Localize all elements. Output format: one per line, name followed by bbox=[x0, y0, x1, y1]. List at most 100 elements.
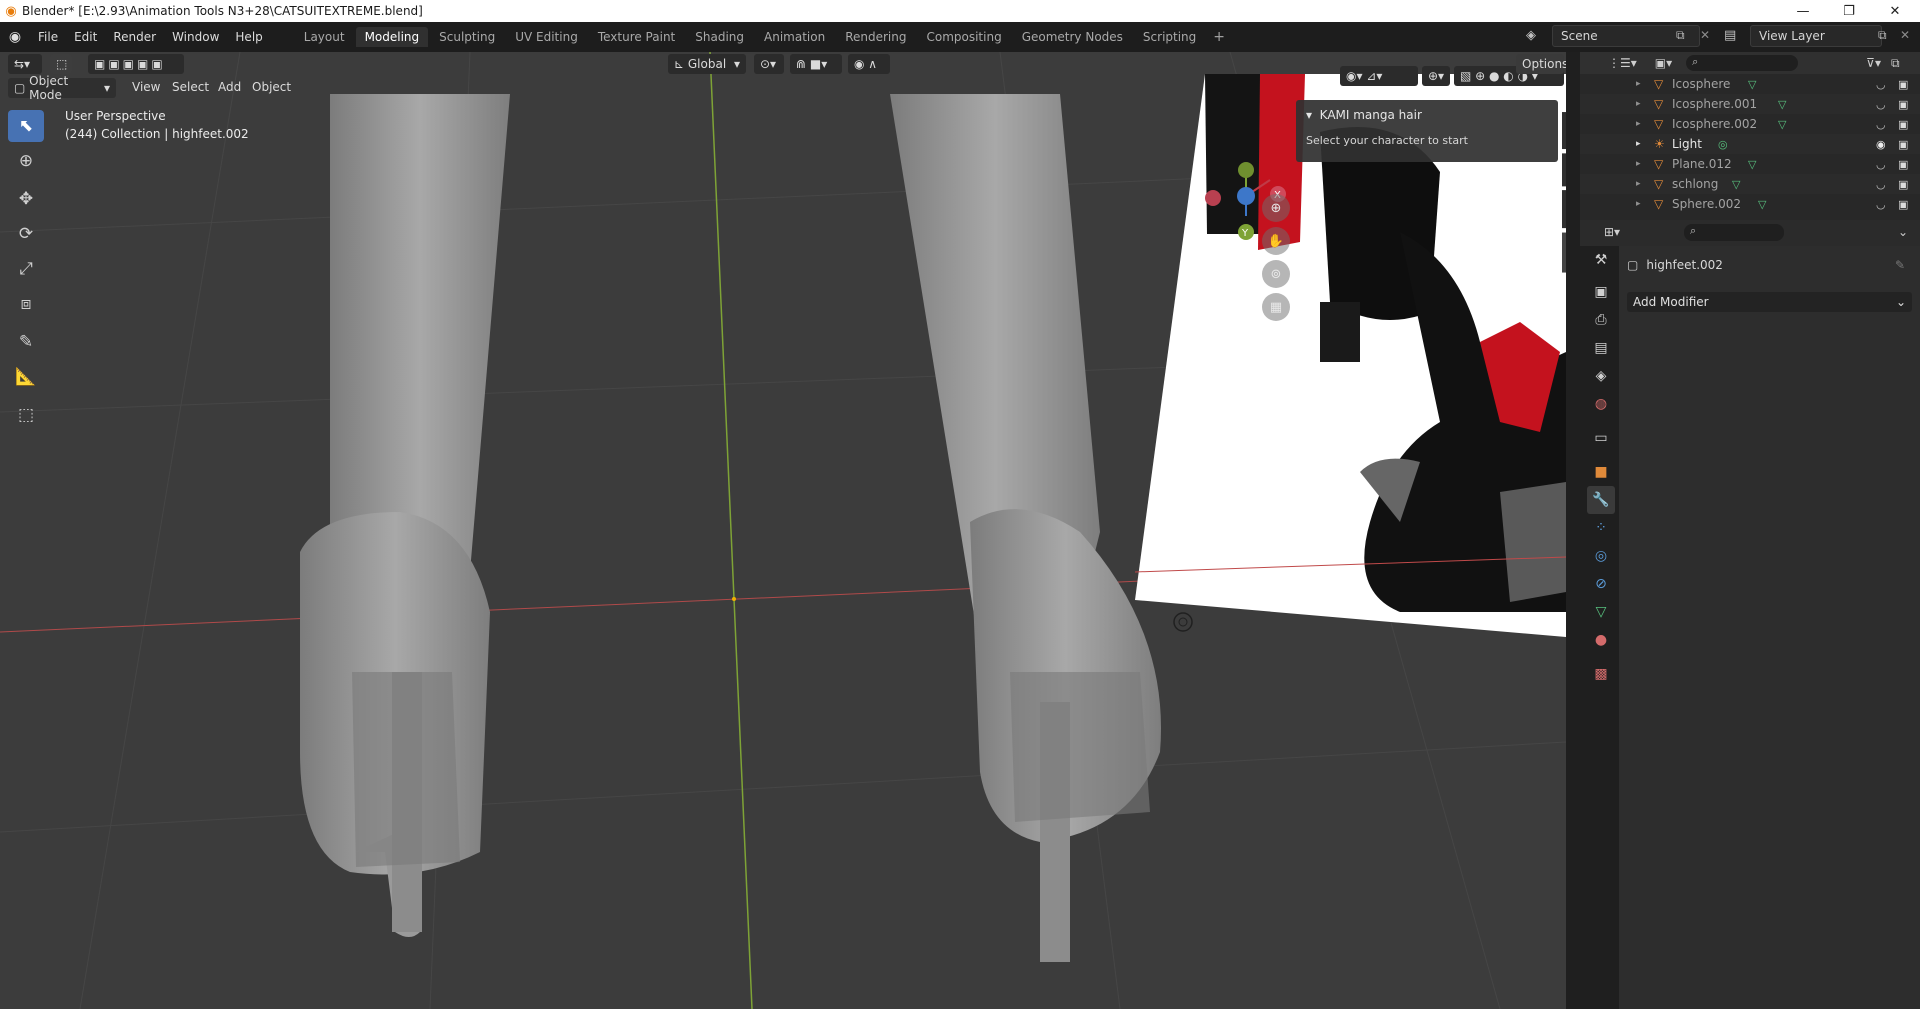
mesh-data-tab-icon[interactable]: ▽ bbox=[1587, 598, 1615, 626]
render-camera-icon[interactable]: ▣ bbox=[1898, 198, 1908, 211]
visibility-eye-icon[interactable]: ◉ bbox=[1876, 138, 1886, 151]
zoom-icon[interactable]: ⊕ bbox=[1262, 194, 1290, 222]
render-camera-icon[interactable]: ▣ bbox=[1898, 138, 1908, 151]
outliner-row-icosphere-002[interactable]: ▸ ▽ Icosphere.002 ▽ ◡ ▣ bbox=[1580, 114, 1920, 134]
transform-orientation-dropdown[interactable]: ⊾ Global ▾ bbox=[668, 54, 746, 74]
visibility-hidden-icon[interactable]: ◡ bbox=[1876, 158, 1886, 171]
visibility-hidden-icon[interactable]: ◡ bbox=[1876, 78, 1886, 91]
display-mode-icon[interactable]: ⋮☰▾ bbox=[1608, 56, 1637, 70]
options-dropdown[interactable]: Options ▾ bbox=[1516, 54, 1566, 74]
navigation-gizmo[interactable]: X Y bbox=[1190, 96, 1310, 296]
pan-hand-icon[interactable]: ✋ bbox=[1262, 227, 1290, 255]
move-tool-icon[interactable]: ✥ bbox=[8, 183, 44, 215]
outliner-row-plane-012[interactable]: ▸ ▽ Plane.012 ▽ ◡ ▣ bbox=[1580, 154, 1920, 174]
expand-arrow-icon[interactable]: ▸ bbox=[1636, 159, 1641, 169]
expand-arrow-icon[interactable]: ▸ bbox=[1636, 179, 1641, 189]
particles-tab-icon[interactable]: ⁘ bbox=[1587, 514, 1615, 542]
expand-arrow-icon[interactable]: ▸ bbox=[1636, 199, 1641, 209]
outliner-item-name[interactable]: Plane.012 bbox=[1672, 157, 1732, 171]
material-tab-icon[interactable]: ● bbox=[1587, 626, 1615, 654]
measure-tool-icon[interactable]: 📐 bbox=[8, 361, 44, 393]
select-box-tool-icon[interactable]: ⬉ bbox=[8, 110, 44, 142]
proportional-editing-toggle[interactable]: ◉ ∧ bbox=[848, 54, 890, 74]
new-collection-icon[interactable]: ⧉ bbox=[1891, 56, 1900, 71]
rotate-tool-icon[interactable]: ⟳ bbox=[8, 218, 44, 250]
scene-icon[interactable]: ◈ bbox=[1526, 28, 1536, 43]
add-modifier-dropdown[interactable]: Add Modifier ⌄ bbox=[1627, 292, 1912, 312]
filter-view-icon[interactable]: ▣▾ bbox=[1655, 56, 1672, 70]
outliner-search-input[interactable]: ⌕ bbox=[1686, 55, 1799, 71]
outliner-item-name[interactable]: Icosphere.002 bbox=[1672, 117, 1757, 131]
outliner-row-sphere-002[interactable]: ▸ ▽ Sphere.002 ▽ ◡ ▣ bbox=[1580, 194, 1920, 214]
restore-button[interactable]: ❐ bbox=[1826, 0, 1872, 22]
y-axis-handle[interactable]: Y bbox=[1236, 222, 1256, 242]
transform-tool-icon[interactable]: ⧈ bbox=[8, 288, 44, 320]
view-layer-icon[interactable]: ▤ bbox=[1724, 28, 1736, 43]
output-tab-icon[interactable]: ⎙ bbox=[1587, 306, 1615, 334]
tab-geometry-nodes[interactable]: Geometry Nodes bbox=[1013, 27, 1132, 47]
outliner[interactable]: ⋮☰▾ ▣▾ ⌕ ⊽▾ ⧉ ▸ ▽ Icosphere ▽ ◡ ▣ ▸ ▽ Ic… bbox=[1580, 52, 1920, 220]
minimize-button[interactable]: — bbox=[1780, 0, 1826, 22]
outliner-item-name[interactable]: Light bbox=[1672, 137, 1702, 151]
editor-type-selector[interactable]: ⇆▾ bbox=[8, 54, 42, 74]
collection-tab-icon[interactable]: ▭ bbox=[1587, 424, 1615, 452]
selection-mode-buttons[interactable]: ▣▣▣▣▣ bbox=[88, 54, 184, 74]
menu-help[interactable]: Help bbox=[227, 30, 270, 44]
outliner-item-name[interactable]: Sphere.002 bbox=[1672, 197, 1741, 211]
physics-tab-icon[interactable]: ◎ bbox=[1587, 542, 1615, 570]
filter-icon[interactable]: ⊽▾ bbox=[1866, 56, 1881, 70]
ortho-grid-icon[interactable]: ▦ bbox=[1262, 293, 1290, 321]
viewport-menu-object[interactable]: Object bbox=[252, 80, 291, 94]
blender-menu-icon[interactable]: ◉ bbox=[0, 29, 30, 45]
tool-tab-icon[interactable]: ⚒ bbox=[1587, 246, 1615, 274]
outliner-row-light[interactable]: ▸ ☀ Light ◎ ◉ ▣ bbox=[1580, 134, 1920, 154]
kami-panel-header[interactable]: ▾ KAMI manga hair bbox=[1296, 100, 1558, 122]
world-tab-icon[interactable]: ◍ bbox=[1587, 390, 1615, 418]
viewport-menu-add[interactable]: Add bbox=[218, 80, 241, 94]
outliner-row-icosphere-001[interactable]: ▸ ▽ Icosphere.001 ▽ ◡ ▣ bbox=[1580, 94, 1920, 114]
mode-dropdown[interactable]: ▢ Object Mode ▾ bbox=[8, 74, 116, 102]
expand-arrow-icon[interactable]: ▸ bbox=[1636, 99, 1641, 109]
delete-scene-icon[interactable]: ✕ bbox=[1700, 28, 1710, 42]
outliner-item-name[interactable]: schlong bbox=[1672, 177, 1718, 191]
viewport-menu-select[interactable]: Select bbox=[172, 80, 209, 94]
gizmo-toggle[interactable]: ⊕▾ bbox=[1422, 66, 1450, 86]
texture-tab-icon[interactable]: ▩ bbox=[1587, 660, 1615, 688]
tab-scripting[interactable]: Scripting bbox=[1134, 27, 1205, 47]
menu-window[interactable]: Window bbox=[164, 30, 227, 44]
camera-view-icon[interactable]: ⊚ bbox=[1262, 260, 1290, 288]
tab-rendering[interactable]: Rendering bbox=[836, 27, 915, 47]
tab-modeling[interactable]: Modeling bbox=[355, 27, 429, 47]
menu-edit[interactable]: Edit bbox=[66, 30, 105, 44]
outliner-item-name[interactable]: Icosphere.001 bbox=[1672, 97, 1757, 111]
object-tab-icon[interactable]: ■ bbox=[1587, 458, 1615, 486]
select-tool-button[interactable]: ⬚ bbox=[50, 54, 72, 74]
pivot-point-dropdown[interactable]: ⊙▾ bbox=[754, 54, 784, 74]
axis-gizmo[interactable]: X bbox=[1190, 96, 1310, 216]
tab-animation[interactable]: Animation bbox=[755, 27, 834, 47]
expand-arrow-icon[interactable]: ▸ bbox=[1636, 79, 1641, 89]
view-layer-selector[interactable]: View Layer bbox=[1750, 25, 1882, 47]
pin-icon[interactable]: ✎ bbox=[1895, 258, 1905, 272]
3d-viewport[interactable]: ⇆▾ ⬚ ▣▣▣▣▣ ⊾ Global ▾ ⊙▾ ⋒ ■▾ ◉ ∧ ◉▾ ⊿▾ … bbox=[0, 52, 1566, 1009]
visibility-hidden-icon[interactable]: ◡ bbox=[1876, 98, 1886, 111]
viewport-menu-view[interactable]: View bbox=[132, 80, 160, 94]
new-view-layer-icon[interactable]: ⧉ bbox=[1878, 28, 1887, 43]
menu-render[interactable]: Render bbox=[105, 30, 164, 44]
annotate-tool-icon[interactable]: ✎ bbox=[8, 326, 44, 358]
visibility-hidden-icon[interactable]: ◡ bbox=[1876, 198, 1886, 211]
menu-file[interactable]: File bbox=[30, 30, 66, 44]
add-cube-tool-icon[interactable]: ⬚ bbox=[8, 399, 44, 431]
render-camera-icon[interactable]: ▣ bbox=[1898, 118, 1908, 131]
render-camera-icon[interactable]: ▣ bbox=[1898, 78, 1908, 91]
snap-toggle[interactable]: ⋒ ■▾ bbox=[790, 54, 842, 74]
expand-arrow-icon[interactable]: ▸ bbox=[1636, 119, 1641, 129]
properties-search-input[interactable]: ⌕ bbox=[1684, 224, 1784, 241]
outliner-row-icosphere[interactable]: ▸ ▽ Icosphere ▽ ◡ ▣ bbox=[1580, 74, 1920, 94]
render-camera-icon[interactable]: ▣ bbox=[1898, 178, 1908, 191]
new-scene-icon[interactable]: ⧉ bbox=[1676, 28, 1685, 43]
visibility-hidden-icon[interactable]: ◡ bbox=[1876, 178, 1886, 191]
render-camera-icon[interactable]: ▣ bbox=[1898, 158, 1908, 171]
render-camera-icon[interactable]: ▣ bbox=[1898, 98, 1908, 111]
delete-view-layer-icon[interactable]: ✕ bbox=[1900, 28, 1910, 42]
